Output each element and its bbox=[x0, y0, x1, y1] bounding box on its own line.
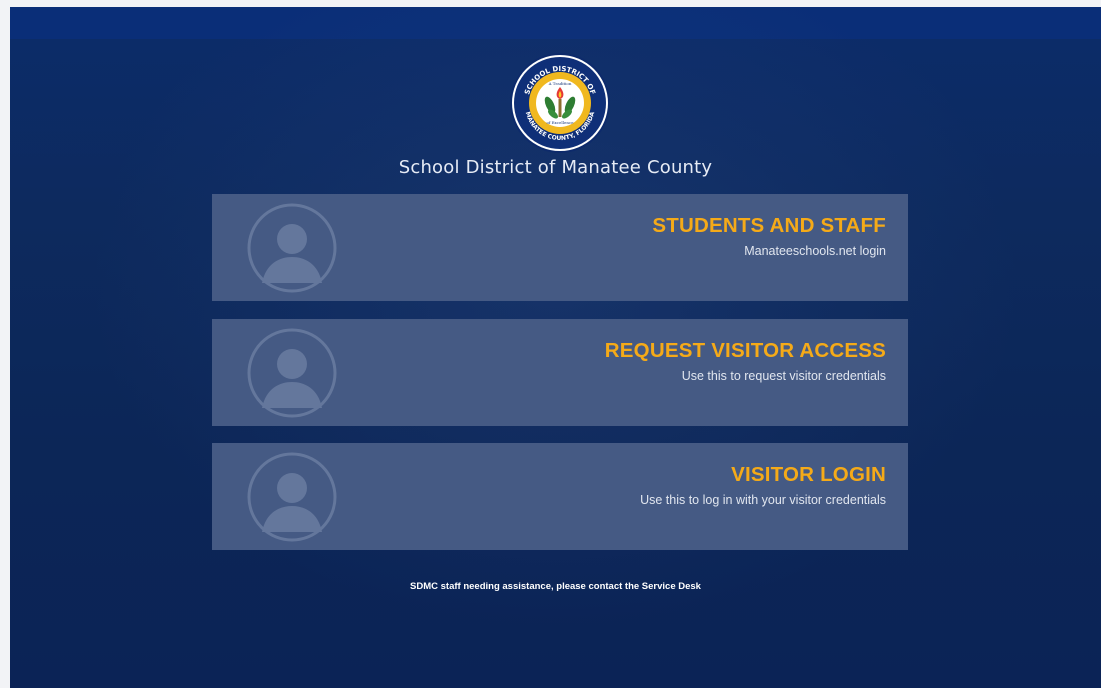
students-and-staff-button[interactable]: STUDENTS AND STAFF Manateeschools.net lo… bbox=[212, 194, 908, 301]
user-avatar-icon bbox=[247, 328, 337, 418]
card-subtitle: Use this to request visitor credentials bbox=[681, 369, 886, 383]
request-visitor-access-button[interactable]: REQUEST VISITOR ACCESS Use this to reque… bbox=[212, 319, 908, 426]
card-subtitle: Use this to log in with your visitor cre… bbox=[640, 493, 886, 507]
card-subtitle: Manateeschools.net login bbox=[744, 244, 886, 258]
org-title: School District of Manatee County bbox=[398, 157, 713, 178]
seal-motto-bottom: of Excellence bbox=[546, 120, 574, 125]
user-avatar-icon bbox=[247, 452, 337, 542]
visitor-login-button[interactable]: VISITOR LOGIN Use this to log in with yo… bbox=[212, 443, 908, 550]
card-title: REQUEST VISITOR ACCESS bbox=[604, 339, 886, 362]
seal-motto-top: A Tradition bbox=[548, 81, 572, 86]
card-title: STUDENTS AND STAFF bbox=[652, 214, 886, 237]
card-title: VISITOR LOGIN bbox=[731, 463, 886, 486]
district-seal-logo: SCHOOL DISTRICT OF MANATEE COUNTY, FLORI… bbox=[510, 53, 610, 153]
top-band bbox=[10, 7, 1101, 39]
service-desk-note: SDMC staff needing assistance, please co… bbox=[410, 581, 701, 592]
login-portal: SCHOOL DISTRICT OF MANATEE COUNTY, FLORI… bbox=[10, 7, 1101, 688]
user-avatar-icon bbox=[247, 203, 337, 293]
